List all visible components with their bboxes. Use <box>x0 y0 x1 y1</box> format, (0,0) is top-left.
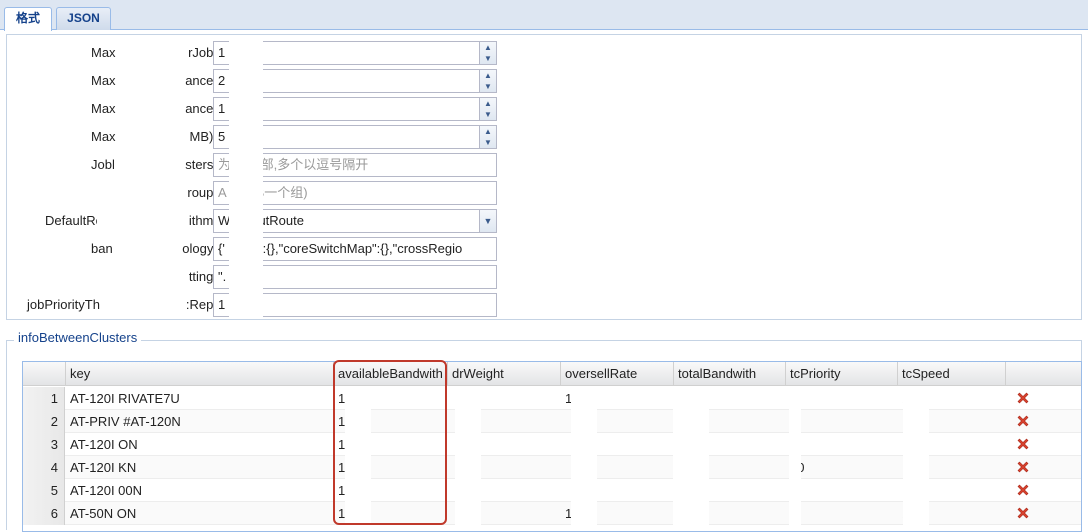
row-number: 5 <box>23 479 65 502</box>
cell-tcspeed[interactable] <box>898 479 902 502</box>
field-label: ology: <box>182 241 217 256</box>
cell-availablebandwith[interactable]: 1 <box>334 387 345 410</box>
column-header-tc-priority[interactable]: tcPriority <box>786 362 898 386</box>
column-header-available-bandwith[interactable]: availableBandwith <box>334 362 448 386</box>
field-label: jobPriorityTh <box>27 297 100 312</box>
row-number: 6 <box>23 502 65 525</box>
delete-icon[interactable] <box>1015 505 1031 521</box>
field-label: ban <box>91 241 113 256</box>
field-label: Max <box>91 45 116 60</box>
cell-drweight[interactable] <box>448 387 452 410</box>
cell-oversellrate[interactable] <box>561 479 565 502</box>
config-form: Max rJob: 1 ▲ ▼ Max ance: 2 ▲ ▼ Max ance: … <box>6 34 1082 320</box>
row-number: 4 <box>23 456 65 479</box>
redaction-mask <box>117 181 181 205</box>
spinner-down-icon[interactable]: ▼ <box>480 53 496 64</box>
column-header-key[interactable]: key <box>66 362 334 386</box>
delete-icon[interactable] <box>1015 459 1031 475</box>
spinner[interactable]: ▲ ▼ <box>479 126 496 148</box>
spinner[interactable]: ▲ ▼ <box>479 70 496 92</box>
chevron-down-icon[interactable]: ▼ <box>479 210 496 232</box>
cell-availablebandwith[interactable]: 1 <box>334 502 345 525</box>
tab-format[interactable]: 格式 <box>4 7 52 31</box>
row-number: 2 <box>23 410 65 433</box>
spinner-up-icon[interactable]: ▲ <box>480 70 496 81</box>
cell-availablebandwith[interactable]: 1 <box>334 410 345 433</box>
redaction-mask <box>345 387 371 531</box>
redaction-mask <box>117 41 181 177</box>
cell-oversellrate[interactable] <box>561 433 565 456</box>
spinner-down-icon[interactable]: ▼ <box>480 81 496 92</box>
column-header-actions <box>1006 362 1081 386</box>
cell-drweight[interactable] <box>448 479 452 502</box>
redaction-mask <box>119 387 155 527</box>
redaction-mask <box>789 392 801 526</box>
redaction-mask <box>455 387 481 531</box>
field-label: Max <box>91 73 116 88</box>
column-header-total-bandwith[interactable]: totalBandwith <box>674 362 786 386</box>
cell-availablebandwith[interactable]: 1 <box>334 479 345 502</box>
spinner[interactable]: ▲ ▼ <box>479 98 496 120</box>
field-label: Max <box>91 129 116 144</box>
tab-bar: 格式 JSON <box>0 0 1088 31</box>
cell-oversellrate[interactable] <box>561 456 565 479</box>
redaction-mask <box>903 392 929 526</box>
grid-header: key availableBandwith drWeight oversellR… <box>23 362 1081 386</box>
cell-tcspeed[interactable] <box>898 410 902 433</box>
cell-oversellrate[interactable] <box>561 410 565 433</box>
delete-icon[interactable] <box>1015 390 1031 406</box>
cell-availablebandwith[interactable]: 1 <box>334 433 345 456</box>
spinner-up-icon[interactable]: ▲ <box>480 42 496 53</box>
delete-icon[interactable] <box>1015 436 1031 452</box>
cell-availablebandwith[interactable]: 1 <box>334 456 345 479</box>
column-header-oversell-rate[interactable]: oversellRate <box>561 362 674 386</box>
cell-tcspeed[interactable] <box>898 433 902 456</box>
tab-json[interactable]: JSON <box>56 7 111 30</box>
row-number: 3 <box>23 433 65 456</box>
rownum-header <box>23 362 66 386</box>
delete-icon[interactable] <box>1015 482 1031 498</box>
cell-drweight[interactable] <box>448 410 452 433</box>
cell-drweight[interactable] <box>448 502 452 525</box>
column-header-tc-speed[interactable]: tcSpeed <box>898 362 1006 386</box>
redaction-mask <box>117 237 181 319</box>
row-number: 1 <box>23 387 65 410</box>
spinner-down-icon[interactable]: ▼ <box>480 137 496 148</box>
spinner-up-icon[interactable]: ▲ <box>480 98 496 109</box>
field-label: Max <box>91 101 116 116</box>
spinner-down-icon[interactable]: ▼ <box>480 109 496 120</box>
redaction-mask <box>229 41 263 317</box>
spinner[interactable]: ▲ ▼ <box>479 42 496 64</box>
redaction-mask <box>97 209 187 233</box>
clusters-grid: key availableBandwith drWeight oversellR… <box>22 361 1082 532</box>
cell-drweight[interactable] <box>448 433 452 456</box>
fieldset-legend: infoBetweenClusters <box>14 330 142 345</box>
field-label: Jobl <box>91 157 115 172</box>
delete-icon[interactable] <box>1015 413 1031 429</box>
spinner-up-icon[interactable]: ▲ <box>480 126 496 137</box>
redaction-mask <box>571 392 597 526</box>
cell-tcspeed[interactable] <box>898 456 902 479</box>
cell-drweight[interactable] <box>448 456 452 479</box>
column-header-dr-weight[interactable]: drWeight <box>448 362 561 386</box>
redaction-mask <box>673 392 709 526</box>
